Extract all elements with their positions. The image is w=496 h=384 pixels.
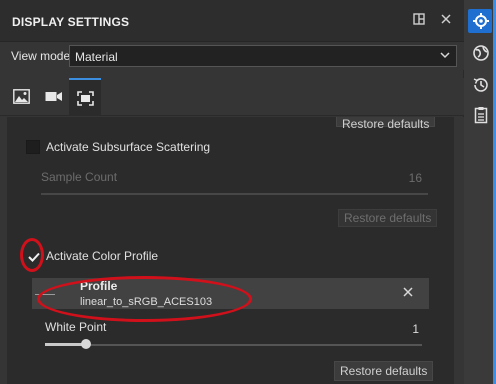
white-point-slider-fill — [45, 343, 87, 346]
content-scrollbar[interactable] — [454, 117, 464, 384]
view-mode-row: View mode Material — [0, 42, 464, 70]
display-settings-panel: DISPLAY SETTINGS View mode Material Rest… — [0, 0, 464, 384]
panel-titlebar: DISPLAY SETTINGS — [0, 0, 464, 42]
view-mode-label: View mode — [11, 49, 71, 63]
tab-screen-frame[interactable] — [69, 78, 101, 116]
white-point-label: White Point — [45, 320, 107, 334]
tab-bar — [0, 78, 464, 116]
history-icon[interactable] — [472, 76, 490, 94]
profile-title: Profile — [80, 279, 118, 293]
restore-defaults-button-subsurface[interactable]: Restore defaults — [338, 209, 438, 227]
clear-profile-icon[interactable] — [401, 285, 415, 299]
globe-icon[interactable] — [472, 44, 490, 62]
image-icon — [13, 89, 30, 104]
close-panel-icon[interactable] — [437, 12, 455, 30]
restore-defaults-button-color[interactable]: Restore defaults — [334, 361, 434, 381]
restore-defaults-button-top[interactable]: Restore defaults — [336, 117, 436, 131]
settings-content: Restore defaults Activate Subsurface Sca… — [7, 117, 454, 384]
camera-icon — [45, 92, 62, 101]
subsurface-checkbox[interactable] — [26, 140, 40, 154]
color-profile-label: Activate Color Profile — [46, 249, 159, 263]
panel-title: DISPLAY SETTINGS — [12, 15, 130, 29]
tab-camera[interactable] — [37, 78, 69, 116]
screen-frame-icon — [77, 91, 94, 106]
white-point-slider[interactable] — [45, 344, 422, 346]
white-point-slider-handle[interactable] — [81, 339, 92, 349]
tab-image[interactable] — [5, 78, 37, 116]
dock-icon[interactable] — [410, 12, 428, 30]
checkmark-icon — [28, 252, 40, 262]
chevron-down-icon — [440, 52, 450, 59]
view-mode-select[interactable]: Material — [69, 45, 457, 67]
view-mode-value: Material — [75, 50, 118, 64]
sample-count-value: 16 — [408, 171, 422, 185]
clipboard-icon[interactable] — [472, 106, 490, 124]
profile-value: linear_to_sRGB_ACES103 — [80, 296, 213, 308]
display-settings-icon[interactable] — [472, 12, 490, 30]
sample-count-slider[interactable] — [41, 193, 428, 195]
content-gutter — [0, 117, 7, 384]
profile-swatch — [35, 294, 55, 295]
sample-count-label: Sample Count — [41, 170, 118, 184]
subsurface-label: Activate Subsurface Scattering — [46, 140, 211, 154]
color-profile-checkbox[interactable] — [26, 249, 40, 263]
white-point-value: 1 — [412, 322, 419, 336]
